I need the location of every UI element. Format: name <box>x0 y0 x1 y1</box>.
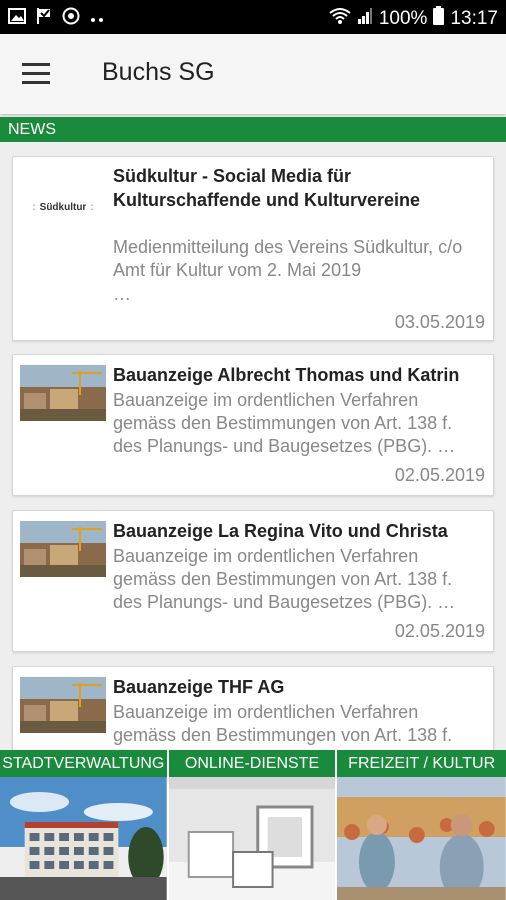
news-title: Bauanzeige Albrecht Thomas und Katrin <box>113 365 460 385</box>
news-thumbnail <box>20 521 106 577</box>
tile-online-dienste[interactable]: ONLINE-DIENSTE <box>168 750 338 900</box>
news-date: 02.05.2019 <box>394 621 485 641</box>
news-description: Medienmitteilung des Vereins Südkultur, … <box>113 237 463 280</box>
news-title: Südkultur - Social Media für Kulturschaf… <box>113 166 421 210</box>
app-bar: Buchs SG <box>0 34 506 114</box>
news-description-ellipsis: … <box>113 284 131 304</box>
tile-freizeit-kultur[interactable]: FREIZEIT / KULTUR <box>337 750 506 900</box>
news-card[interactable]: Bauanzeige THF AG Bauanzeige im ordentli… <box>12 666 494 750</box>
app-title: Buchs SG <box>102 58 215 86</box>
news-description: Bauanzeige im ordentlichen Verfahren gem… <box>113 390 456 456</box>
battery-percent: 100% <box>378 7 428 29</box>
news-date: 03.05.2019 <box>394 312 485 332</box>
festival-photo <box>337 777 506 900</box>
news-thumbnail <box>20 365 106 421</box>
tile-label: STADTVERWALTUNG <box>0 750 167 777</box>
tile-label: FREIZEIT / KULTUR <box>337 750 506 777</box>
menu-icon[interactable] <box>20 59 52 91</box>
clock: 13:17 <box>450 7 498 29</box>
tile-stadtverwaltung[interactable]: STADTVERWALTUNG <box>0 750 169 900</box>
news-thumbnail <box>20 677 106 733</box>
status-bar: 100% 13:17 <box>0 0 506 34</box>
news-section-header: NEWS <box>0 117 506 142</box>
tile-label: ONLINE-DIENSTE <box>168 750 336 777</box>
news-title: Bauanzeige THF AG <box>113 677 285 697</box>
news-list[interactable]: : Südkultur : Südkultur - Social Media f… <box>0 142 506 750</box>
news-card[interactable]: : Südkultur : Südkultur - Social Media f… <box>12 156 494 341</box>
wifi-icon <box>329 7 351 31</box>
online-services-photo <box>168 777 336 900</box>
news-description: Bauanzeige im ordentlichen Verfahren gem… <box>113 702 453 745</box>
news-description: Bauanzeige im ordentlichen Verfahren gem… <box>113 546 456 612</box>
check-flag-icon <box>36 7 52 30</box>
thumbnail-logo-text: Südkultur <box>39 201 87 213</box>
image-icon <box>8 8 26 29</box>
battery-icon <box>433 6 445 31</box>
signal-icon <box>357 7 373 31</box>
bottom-tiles: STADTVERWALTUNG ONLINE-DIENSTE FREIZEIT … <box>0 750 506 900</box>
town-hall-photo <box>0 777 167 900</box>
target-icon <box>62 7 80 30</box>
news-date: 02.05.2019 <box>394 465 485 485</box>
news-card[interactable]: Bauanzeige La Regina Vito und Christa Ba… <box>12 510 494 652</box>
news-thumbnail: : Südkultur : <box>20 179 106 235</box>
news-title: Bauanzeige La Regina Vito und Christa <box>113 521 448 541</box>
news-card[interactable]: Bauanzeige Albrecht Thomas und Katrin Ba… <box>12 354 494 496</box>
more-dots-icon <box>90 10 104 28</box>
